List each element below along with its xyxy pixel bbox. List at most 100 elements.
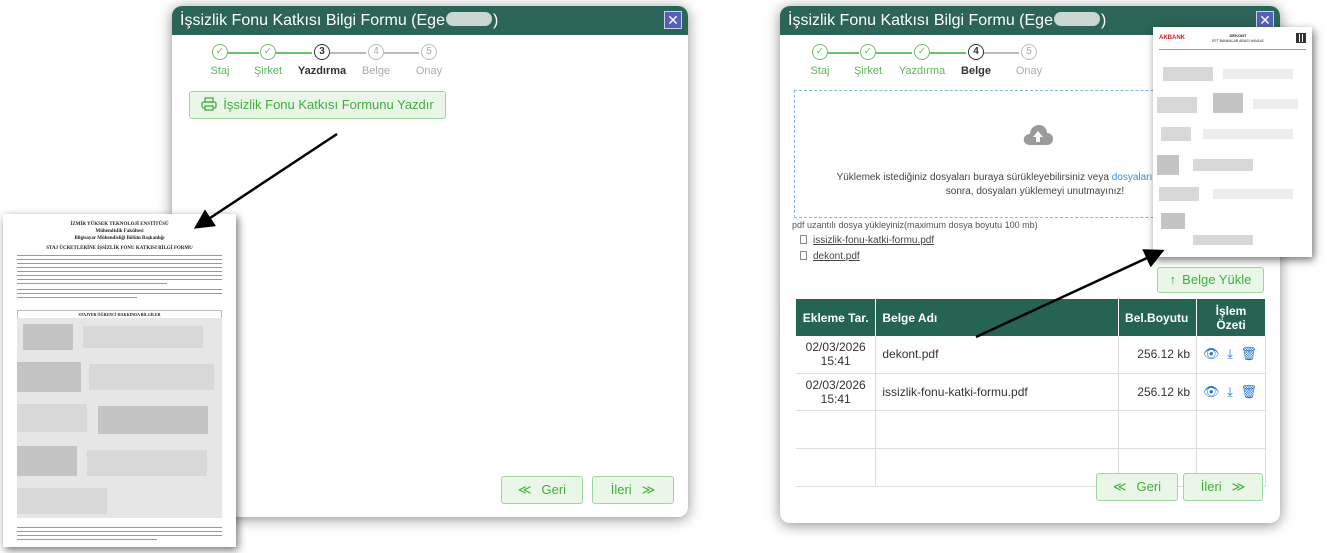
upload-document-button[interactable]: ↑ Belge Yükle <box>1157 267 1264 293</box>
table-row: 02/03/2026 15:41 issizlik-fonu-katki-form… <box>796 373 1266 411</box>
empty-cell <box>1118 410 1197 449</box>
text-line <box>17 297 137 298</box>
step-label: Belge <box>961 65 991 77</box>
double-chevron-right-icon: ≫ <box>1231 479 1246 494</box>
stepper: ✓ Staj ✓ Şirket ✓ Yazdırma 4 Belge 5 Ona… <box>792 44 1062 88</box>
step-label: Şirket <box>253 65 283 77</box>
step-label: Şirket <box>853 65 883 77</box>
modal-title: İşsizlik Fonu Katkısı Bilgi Formu (Ege <box>180 12 445 29</box>
text-line <box>1159 49 1306 50</box>
step-label: Yazdırma <box>898 65 946 77</box>
text-line <box>17 267 222 268</box>
step-number: 3 <box>314 44 330 60</box>
table-row-empty <box>796 410 1266 449</box>
row-actions[interactable]: 👁 ⤓ 🗑 <box>1203 384 1259 399</box>
step-onay: 5 Onay <box>399 44 459 77</box>
redacted-block <box>1223 69 1293 79</box>
text-line <box>17 259 222 260</box>
check-icon: ✓ <box>812 44 828 60</box>
text-line <box>17 531 222 532</box>
step-number: 4 <box>968 44 984 60</box>
column-header[interactable]: Bel.Boyutu <box>1118 299 1197 336</box>
back-button[interactable]: ≪ Geri <box>1096 473 1178 501</box>
step-number: 4 <box>368 44 384 60</box>
text-line <box>17 255 222 256</box>
file-name: issizlik-fonu-katki-formu.pdf <box>813 235 935 246</box>
cell-date: 02/03/2026 15:41 <box>796 336 877 374</box>
step-belge: 4 Belge <box>946 44 1006 77</box>
step-number: 5 <box>1021 44 1037 60</box>
cell-size: 256.12 kb <box>1118 336 1197 374</box>
text-line <box>17 283 167 284</box>
modal-titlebar: İşsizlik Fonu Katkısı Bilgi Formu (Ege) … <box>172 6 688 35</box>
redacted-block <box>17 446 77 476</box>
close-button[interactable]: ✕ <box>664 11 682 29</box>
check-icon: ✓ <box>212 44 228 60</box>
redacted-name <box>1053 12 1100 26</box>
back-label: Geri <box>1136 479 1162 494</box>
text-line <box>17 289 222 290</box>
form-institution: İZMİR YÜKSEK TEKNOLOJİ ENSTİTÜSÜ <box>70 222 169 227</box>
redacted-block <box>23 324 73 350</box>
empty-cell <box>796 410 877 449</box>
modal-title-suffix: ) <box>1100 12 1107 29</box>
back-button[interactable]: ≪ Geri <box>501 476 583 504</box>
receipt-subheading: EFT BANKALAR ARASI HAVALE <box>1212 39 1264 43</box>
row-time: 15:41 <box>820 354 851 369</box>
redacted-block <box>1253 99 1298 109</box>
redacted-block <box>1159 187 1199 201</box>
step-belge: 4 Belge <box>346 44 406 77</box>
redacted-block <box>1213 93 1243 113</box>
next-label: İleri <box>1200 479 1222 494</box>
back-label: Geri <box>541 482 567 497</box>
step-sirket: ✓ Şirket <box>238 44 298 77</box>
row-actions[interactable]: 👁 ⤓ 🗑 <box>1203 346 1259 361</box>
cell-size: 256.12 kb <box>1118 373 1197 411</box>
redacted-block <box>1193 235 1253 245</box>
screenshot-stage: İşsizlik Fonu Katkısı Bilgi Formu (Ege) … <box>0 0 1333 553</box>
text-line <box>17 293 222 294</box>
redacted-block <box>17 404 87 432</box>
empty-cell <box>1196 410 1266 449</box>
next-button[interactable]: İleri ≫ <box>592 476 674 504</box>
text-line <box>17 279 222 280</box>
row-time: 15:41 <box>820 391 851 406</box>
column-header[interactable]: İşlem Özeti <box>1196 299 1266 336</box>
next-label: İleri <box>610 482 632 497</box>
redacted-block <box>1157 97 1197 113</box>
stepper: ✓ Staj ✓ Şirket 3 Yazdırma 4 Belge 5 Ona… <box>192 44 462 88</box>
form-heading: STAJ ÜCRETLERİNE İŞSİZLİK FONU KATKISI B… <box>46 246 193 251</box>
modal-title: İşsizlik Fonu Katkısı Bilgi Formu (Ege <box>788 12 1053 29</box>
step-yazdirma: ✓ Yazdırma <box>892 44 952 77</box>
redacted-block <box>17 488 107 514</box>
column-header[interactable]: Ekleme Tar. <box>796 299 877 336</box>
redacted-block <box>89 364 214 390</box>
file-item[interactable]: issizlik-fonu-katki-formu.pdf <box>800 235 934 246</box>
print-form-button[interactable]: İşsizlik Fonu Katkısı Formunu Yazdır <box>189 91 446 119</box>
next-button[interactable]: İleri ≫ <box>1183 473 1263 501</box>
file-icon <box>800 235 807 244</box>
upload-document-label: Belge Yükle <box>1182 272 1252 287</box>
redacted-block <box>17 362 81 392</box>
redacted-block <box>1163 67 1213 81</box>
empty-cell <box>875 448 1120 487</box>
double-chevron-left-icon: ≪ <box>1112 479 1127 494</box>
redacted-block <box>1193 159 1253 171</box>
redacted-block <box>87 450 207 476</box>
table-header: Ekleme Tar. Belge Adı Bel.Boyutu İşlem Ö… <box>796 299 1266 336</box>
upload-arrow-icon: ↑ <box>1169 272 1177 287</box>
file-item[interactable]: dekont.pdf <box>800 251 860 262</box>
dropzone-text-start: Yüklemek istediğiniz dosyaları buraya sü… <box>836 172 1112 183</box>
column-header[interactable]: Belge Adı <box>875 299 1120 336</box>
redacted-block <box>1161 127 1191 141</box>
redacted-block <box>1161 213 1185 229</box>
step-label: Onay <box>415 65 443 77</box>
modal-title-suffix: ) <box>492 12 499 29</box>
file-name: dekont.pdf <box>813 251 860 262</box>
receipt-preview: AKBANK DEKONT EFT BANKALAR ARASI HAVALE <box>1153 27 1312 257</box>
double-chevron-right-icon: ≫ <box>641 482 656 497</box>
print-form-label: İşsizlik Fonu Katkısı Formunu Yazdır <box>223 97 434 112</box>
text-line <box>17 271 222 272</box>
empty-cell <box>875 410 1120 449</box>
check-icon: ✓ <box>260 44 276 60</box>
